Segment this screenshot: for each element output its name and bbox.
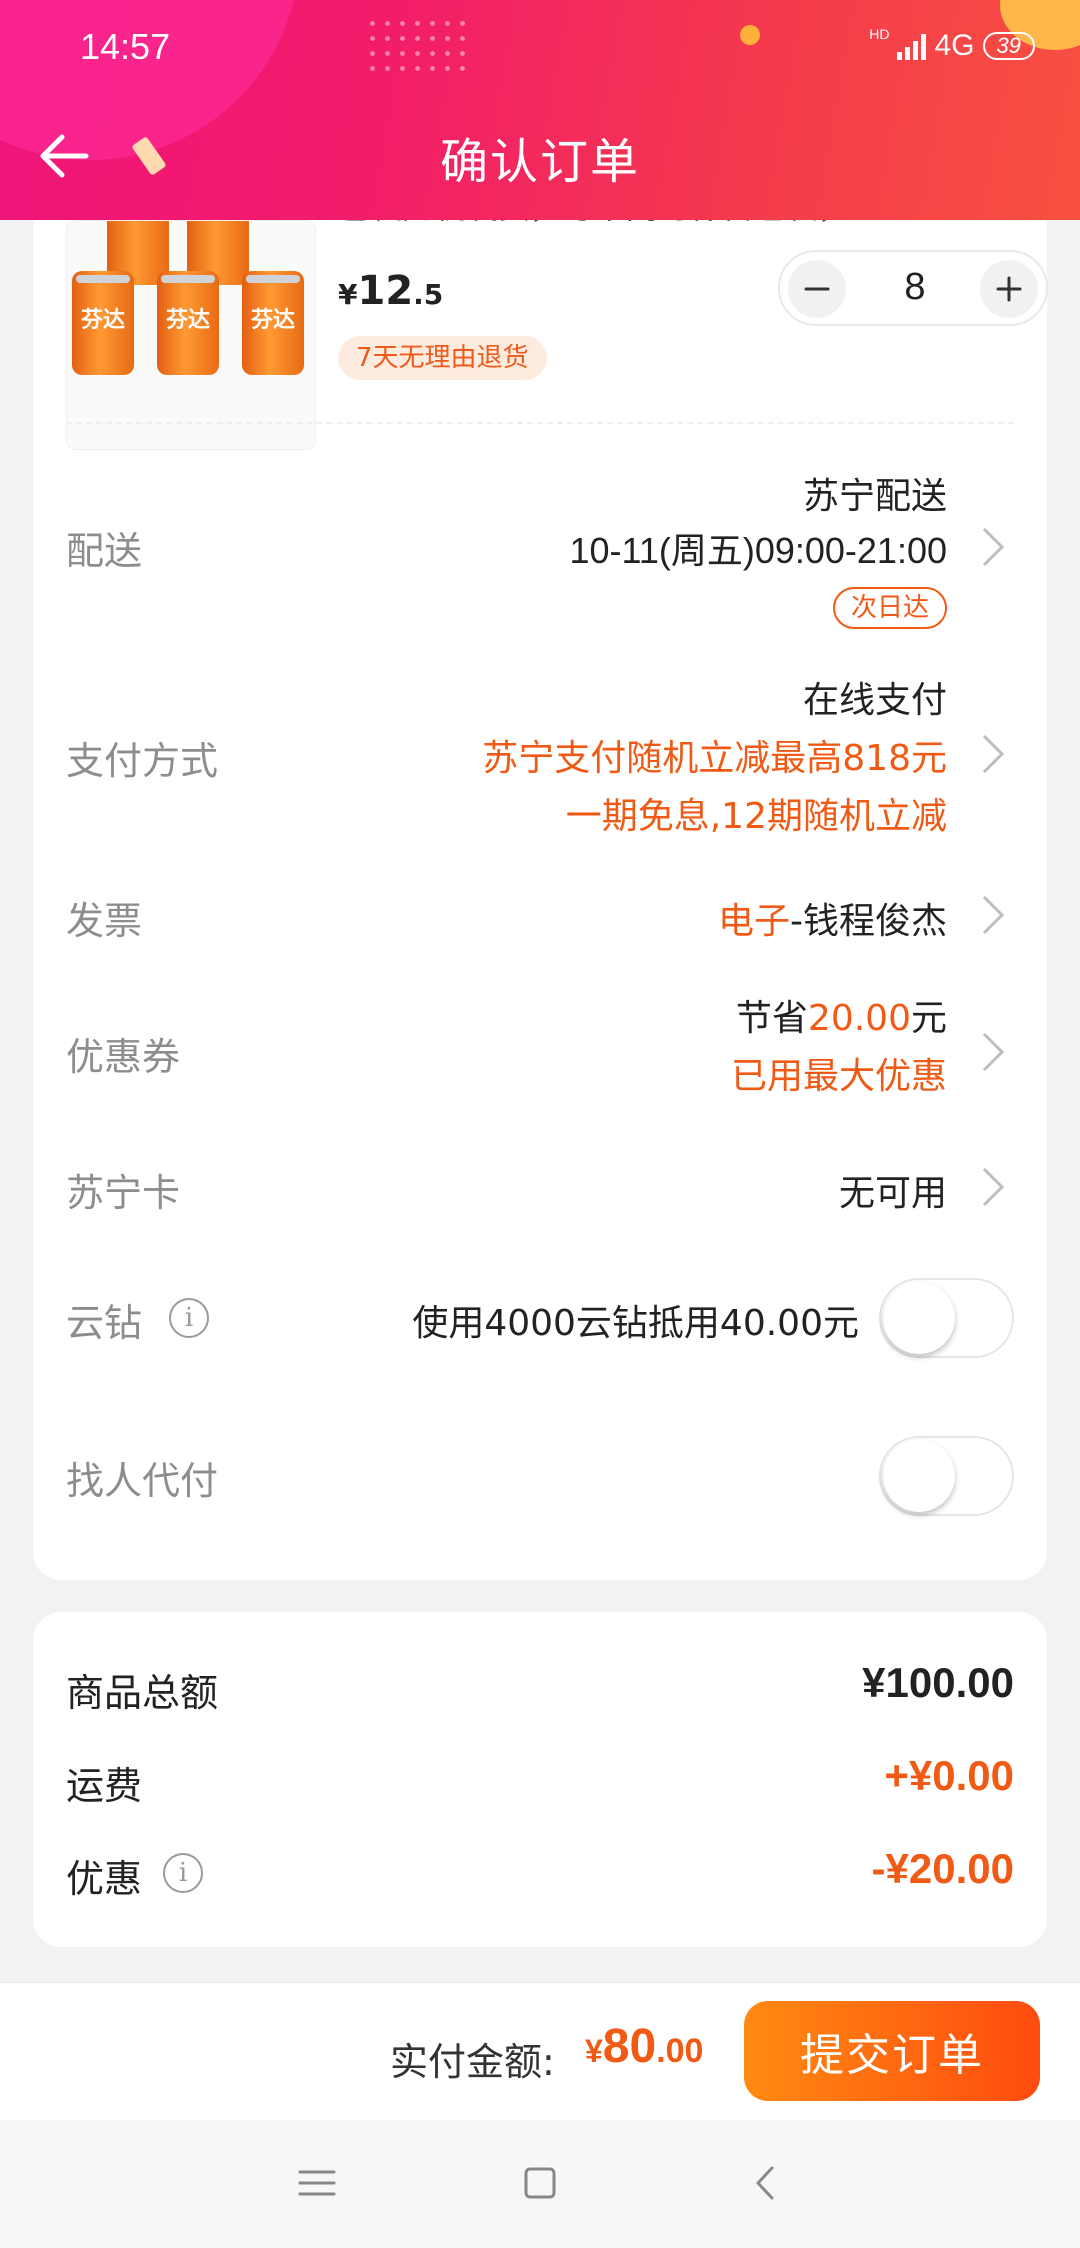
divider	[66, 422, 1014, 424]
suning-card-label: 苏宁卡	[66, 1171, 181, 1215]
price-summary-card: 商品总额 ¥100.00 运费 +¥0.00 优惠 i -¥20.00	[33, 1612, 1047, 1947]
goods-total-value: ¥100.00	[862, 1659, 1014, 1706]
payment-promo: 苏宁支付随机立减最高818元	[482, 738, 947, 779]
system-nav-bar	[0, 2120, 1080, 2248]
chevron-right-icon[interactable]	[979, 732, 1007, 776]
shipping-value: +¥0.00	[884, 1752, 1014, 1799]
invoice-name: -钱程俊杰	[790, 901, 947, 942]
info-icon[interactable]: i	[169, 1298, 209, 1338]
home-icon[interactable]	[515, 2158, 565, 2208]
submit-order-button[interactable]: 提交订单	[744, 2001, 1040, 2101]
payment-info[interactable]: 在线支付 苏宁支付随机立减最高818元 一期免息,12期随机立减	[482, 672, 947, 846]
chevron-right-icon[interactable]	[979, 525, 1007, 569]
menu-icon[interactable]	[292, 2158, 342, 2208]
invoice-info[interactable]: 电子-钱程俊杰	[718, 892, 947, 944]
chevron-right-icon[interactable]	[979, 1030, 1007, 1074]
quantity-value[interactable]: 8	[870, 266, 960, 309]
delivery-method: 苏宁配送	[802, 476, 947, 517]
header: 14:57 HD 4G 39 确认订单	[0, 0, 1080, 220]
pay-amount-label: 实付金额:	[390, 2040, 555, 2084]
product-price: ¥12.5	[338, 268, 444, 314]
coupon-saving: 节省20.00元	[735, 998, 947, 1039]
quantity-stepper: 8	[778, 250, 1048, 326]
can-icon: 芬达	[242, 271, 304, 375]
product-image[interactable]: 芬达 芬达 芬达	[66, 220, 316, 450]
toggle-knob	[883, 1440, 955, 1512]
decrease-button[interactable]	[788, 260, 846, 318]
discount-value: -¥20.00	[871, 1845, 1014, 1892]
return-policy-badge: 7天无理由退货	[338, 336, 547, 380]
delivery-info[interactable]: 苏宁配送 10-11(周五)09:00-21:00 次日达	[569, 470, 947, 632]
plus-icon	[996, 276, 1022, 302]
yunzuan-toggle[interactable]	[879, 1278, 1014, 1358]
yunzuan-value: 使用4000云钻抵用40.00元	[412, 1303, 859, 1344]
goods-total-label: 商品总额	[66, 1671, 219, 1715]
next-day-badge: 次日达	[832, 587, 947, 629]
signal-icon	[897, 32, 927, 60]
suning-card-value[interactable]: 无可用	[839, 1164, 947, 1216]
checkout-bar: 实付金额: ¥80.00 提交订单	[0, 1982, 1080, 2120]
pay-for-me-toggle[interactable]	[879, 1436, 1014, 1516]
hd-label: HD	[869, 26, 890, 42]
chevron-right-icon[interactable]	[979, 1165, 1007, 1209]
status-icons: HD 4G 39	[869, 26, 1035, 66]
header-orb-decoration	[740, 25, 760, 45]
info-icon[interactable]: i	[163, 1853, 203, 1893]
order-details-card: 色装随机发货，与下同时保留包装，和赠品 芬达 芬达 芬达 ¥12.5 8 7天无…	[33, 160, 1048, 1580]
delivery-label: 配送	[66, 529, 143, 573]
payment-method: 在线支付	[802, 680, 947, 721]
coupon-note: 已用最大优惠	[730, 1056, 947, 1097]
increase-button[interactable]	[980, 260, 1038, 318]
toggle-knob	[883, 1282, 955, 1354]
invoice-type: 电子	[717, 901, 790, 942]
network-label: 4G	[934, 29, 975, 62]
coupon-label: 优惠券	[66, 1035, 181, 1079]
back-icon[interactable]	[742, 2158, 792, 2208]
coupon-info[interactable]: 节省20.00元 已用最大优惠	[731, 990, 947, 1106]
can-icon: 芬达	[72, 271, 134, 375]
minus-icon	[804, 287, 830, 291]
yunzuan-label: 云钻	[66, 1301, 143, 1345]
status-time: 14:57	[80, 26, 171, 67]
pay-for-me-label: 找人代付	[66, 1459, 219, 1503]
payment-label: 支付方式	[66, 739, 219, 783]
discount-label: 优惠	[66, 1857, 143, 1901]
header-dots-decoration	[365, 16, 475, 76]
pay-amount-value: ¥80.00	[585, 2020, 704, 2073]
payment-installment: 一期免息,12期随机立减	[565, 796, 947, 837]
shipping-label: 运费	[66, 1764, 143, 1808]
battery-icon: 39	[982, 32, 1035, 60]
invoice-label: 发票	[66, 899, 143, 943]
chevron-right-icon[interactable]	[979, 893, 1007, 937]
can-icon: 芬达	[157, 271, 219, 375]
page-title: 确认订单	[439, 134, 640, 190]
delivery-time: 10-11(周五)09:00-21:00	[569, 530, 947, 571]
